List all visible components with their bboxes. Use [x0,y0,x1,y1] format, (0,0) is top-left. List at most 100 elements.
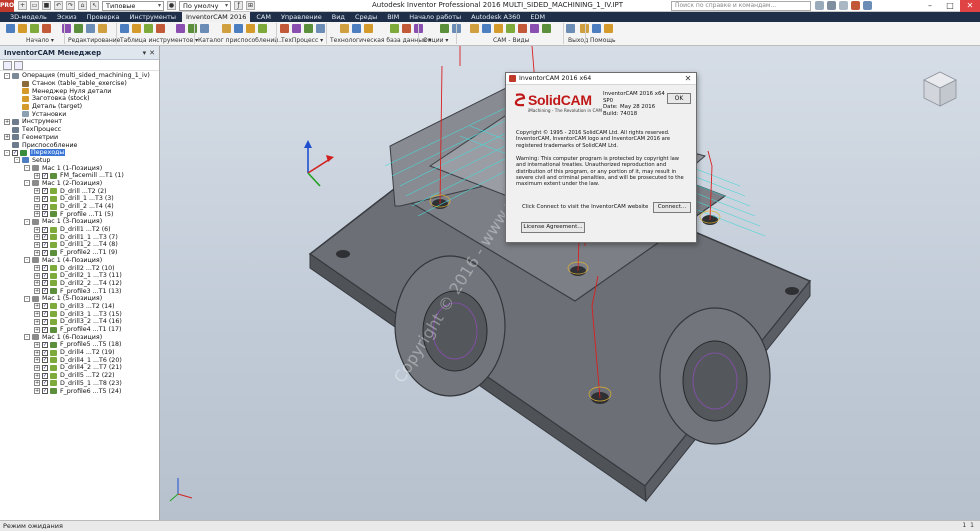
edit-icon[interactable] [246,24,255,33]
close-window-button[interactable]: ✕ [960,0,980,12]
expand-toggle-icon[interactable]: + [4,118,10,125]
ribbon-group-2[interactable]: Таблица инструментов ▾ [120,36,198,45]
expand-toggle-icon[interactable]: + [34,326,40,333]
tree-checkbox[interactable]: ✓ [42,364,48,371]
tree-item[interactable]: + ✓ FM_facemill ...T1 (1) [0,172,159,180]
edit-icon[interactable] [604,24,613,33]
database-icon[interactable] [440,24,449,33]
expand-toggle-icon[interactable]: + [34,349,40,356]
tree-item[interactable]: + ✓ D_drill3_2 ...T4 (16) [0,318,159,326]
tree-item[interactable]: + ✓ D_drill2 ...T2 (10) [0,264,159,272]
process-icon[interactable] [176,24,185,33]
fixture-icon[interactable] [518,24,527,33]
minimize-button[interactable]: – [920,0,940,12]
database-icon[interactable] [188,24,197,33]
tab-8[interactable]: Среды [351,12,381,22]
tree-checkbox[interactable]: ✓ [42,380,48,387]
tree-checkbox[interactable]: ✓ [42,272,48,279]
expand-toggle-icon[interactable]: + [34,288,40,295]
tree-item[interactable]: + ✓ F_profile ...T1 (5) [0,210,159,218]
expand-toggle-icon[interactable]: + [34,195,40,202]
tree-item[interactable]: + ✓ D_drill1_2 ...T4 (8) [0,241,159,249]
tree-checkbox[interactable]: ✓ [42,195,48,202]
tree-checkbox[interactable]: ✓ [42,280,48,287]
ribbon-group-5[interactable]: Технологическая база данных ▾ [330,36,431,45]
database-icon[interactable] [74,24,83,33]
expand-toggle-icon[interactable]: + [34,380,40,387]
expand-toggle-icon[interactable]: - [4,149,10,156]
open-file-icon[interactable]: ▭ [30,1,39,10]
home-icon[interactable]: ⌂ [78,1,87,10]
panel-pin-icon[interactable]: ▾ [143,49,147,57]
expand-toggle-icon[interactable]: - [24,257,30,264]
expand-toggle-icon[interactable]: + [34,241,40,248]
tree-item[interactable]: + ✓ F_profile5 ...T5 (18) [0,341,159,349]
tab-2[interactable]: Проверка [83,12,124,22]
tree-item[interactable]: + ✓ D_drill3_1 ...T3 (15) [0,310,159,318]
tree-item[interactable]: + ✓ D_drill5_1 ...T8 (23) [0,380,159,388]
tree-item[interactable]: + ✓ F_profile6 ...T5 (24) [0,387,159,395]
tab-6[interactable]: Управление [277,12,326,22]
tree-item[interactable]: + Инструмент [0,118,159,126]
tree-checkbox[interactable]: ✓ [42,226,48,233]
tab-7[interactable]: Вид [328,12,349,22]
inventor-logo-icon[interactable]: PRO [0,0,14,12]
tree-checkbox[interactable]: ✓ [42,172,48,179]
tree-item[interactable]: Деталь (target) [0,103,159,111]
edit-icon[interactable] [18,24,27,33]
tab-4[interactable]: InventorCAM 2016 [181,12,251,22]
view-icon[interactable] [222,24,231,33]
tree-checkbox[interactable]: ✓ [42,357,48,364]
ribbon-group-3[interactable]: Каталог приспособлений... [198,36,284,45]
expand-toggle-icon[interactable]: + [34,203,40,210]
fixture-icon[interactable] [402,24,411,33]
tab-10[interactable]: Начало работы [405,12,465,22]
options-icon[interactable] [566,24,575,33]
ribbon-group-6[interactable]: Опции ▾ [423,36,448,45]
material-select[interactable]: По умолчу [179,0,231,11]
ribbon-group-0[interactable]: Начало ▾ [26,36,54,45]
tree-item[interactable]: + ✓ D_drill3 ...T2 (14) [0,303,159,311]
dialog-close-button[interactable]: ✕ [680,73,696,85]
expand-toggle-icon[interactable]: + [34,357,40,364]
tree-checkbox[interactable]: ✓ [42,241,48,248]
edit-icon[interactable] [494,24,503,33]
tab-0[interactable]: 3D-модель [6,12,51,22]
tree-checkbox[interactable]: ✓ [42,234,48,241]
new-operation-icon[interactable] [120,24,129,33]
tree-checkbox[interactable]: ✓ [42,341,48,348]
save-icon[interactable]: ■ [42,1,51,10]
expand-all-icon[interactable] [14,60,23,70]
expand-toggle-icon[interactable]: - [14,157,20,164]
new-file-icon[interactable]: + [18,1,27,10]
tree-item[interactable]: + ✓ D_drill1_1 ...T3 (7) [0,233,159,241]
edit-icon[interactable] [364,24,373,33]
tree-checkbox[interactable]: ✓ [42,203,48,210]
tab-12[interactable]: EDM [526,12,549,22]
exchange-icon[interactable] [851,1,860,10]
expand-toggle-icon[interactable]: + [34,341,40,348]
tree-item[interactable]: + ✓ D_drill ...T2 (2) [0,187,159,195]
viewcube-icon[interactable] [922,70,958,110]
expand-toggle-icon[interactable]: - [24,218,30,225]
expand-toggle-icon[interactable]: + [34,265,40,272]
tree-item[interactable]: - ✓ Переходы [0,149,159,157]
new-operation-icon[interactable] [234,24,243,33]
tree-item[interactable]: + ✓ D_drill2_1 ...T3 (11) [0,272,159,280]
select-icon[interactable]: ↖ [90,1,99,10]
tool-table-icon[interactable] [144,24,153,33]
expand-toggle-icon[interactable]: + [34,303,40,310]
tree-item[interactable]: - Мас 1 (6-Позиция) [0,333,159,341]
tree-checkbox[interactable]: ✓ [42,188,48,195]
tree-item[interactable]: Заготовка (stock) [0,95,159,103]
tree-item[interactable]: + ✓ D_drill4 ...T2 (19) [0,349,159,357]
tool-table-icon[interactable] [258,24,267,33]
ribbon-group-9[interactable]: Помощь [590,36,616,45]
new-operation-icon[interactable] [352,24,361,33]
tool-table-icon[interactable] [390,24,399,33]
ribbon-group-1[interactable]: Редактирование [68,36,120,45]
tab-5[interactable]: CAM [252,12,275,22]
tree-item[interactable]: Станок (table_table_exercise) [0,80,159,88]
tree-checkbox[interactable]: ✓ [42,303,48,310]
tree-checkbox[interactable]: ✓ [42,372,48,379]
